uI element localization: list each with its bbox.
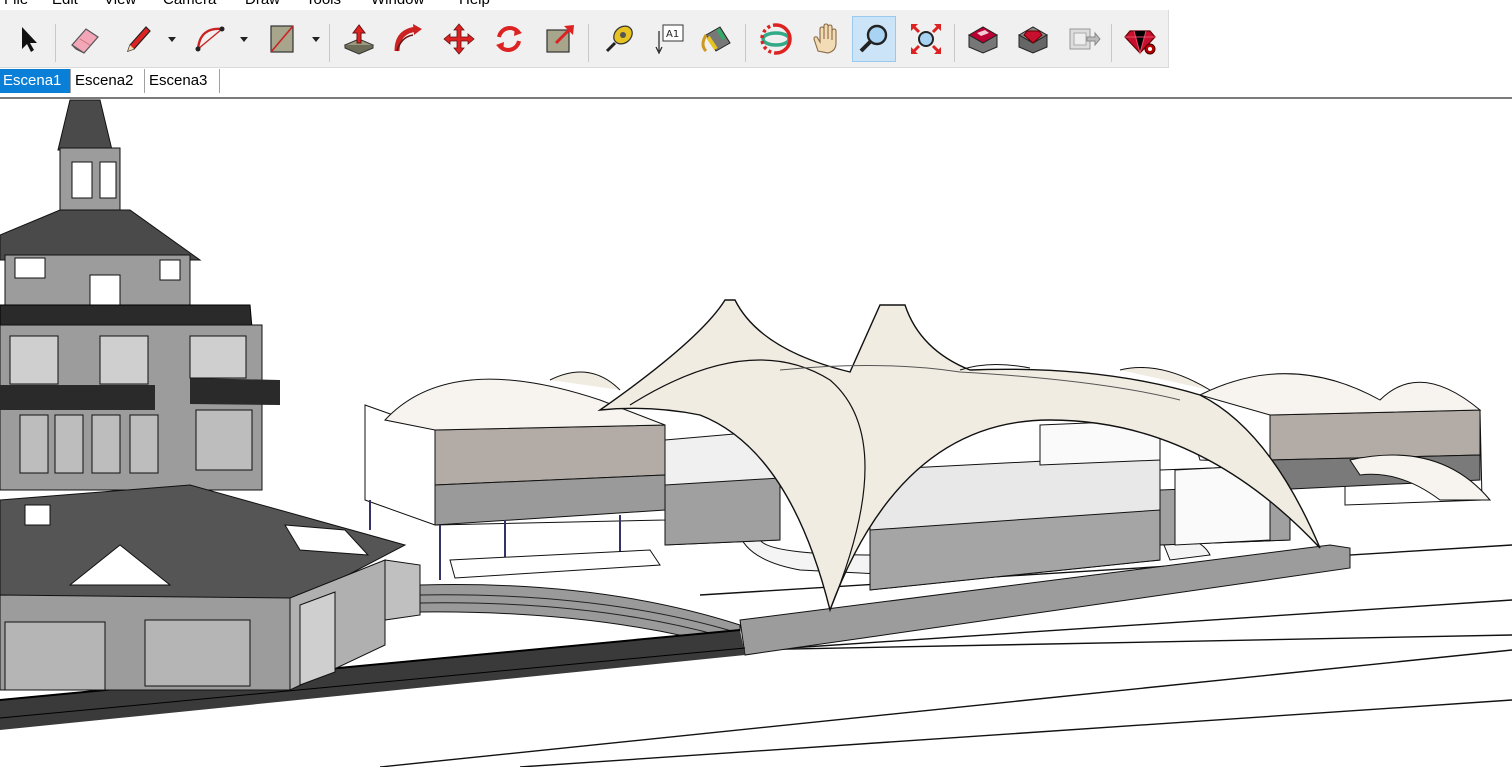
paint-bucket-icon bbox=[701, 26, 731, 53]
tab-escena2[interactable]: Escena2 bbox=[72, 69, 145, 93]
svg-text:A1: A1 bbox=[666, 29, 679, 40]
menu-help[interactable]: Help bbox=[459, 0, 490, 8]
arrow-cursor-icon bbox=[22, 27, 37, 52]
orbit-icon bbox=[760, 23, 792, 55]
menu-file[interactable]: File bbox=[4, 0, 28, 8]
text-tool-button[interactable]: A1 bbox=[647, 16, 691, 62]
menu-tools[interactable]: Tools bbox=[306, 0, 341, 8]
rotate-icon bbox=[496, 26, 522, 52]
tape-measure-tool-button[interactable] bbox=[597, 16, 641, 62]
tower-building bbox=[0, 99, 280, 491]
send-to-layout-button[interactable] bbox=[1061, 16, 1105, 62]
toolbar-separator bbox=[745, 24, 746, 62]
eraser-icon bbox=[71, 28, 99, 54]
toolbar-separator bbox=[588, 24, 589, 62]
hand-icon bbox=[813, 23, 837, 54]
select-tool-button[interactable] bbox=[6, 16, 50, 62]
push-pull-icon bbox=[343, 24, 375, 55]
move-tool-button[interactable] bbox=[437, 16, 481, 62]
tab-escena3[interactable]: Escena3 bbox=[146, 69, 220, 93]
toolbar-separator bbox=[329, 24, 330, 62]
scale-icon bbox=[546, 25, 574, 53]
menu-camera[interactable]: Camera bbox=[163, 0, 216, 8]
toolbar-separator bbox=[1111, 24, 1112, 62]
menu-draw[interactable]: Draw bbox=[245, 0, 280, 8]
rectangle-tool-button[interactable] bbox=[260, 16, 304, 62]
rectangle-dropdown-chevron-down-icon[interactable] bbox=[309, 32, 323, 46]
scale-tool-button[interactable] bbox=[538, 16, 582, 62]
tab-escena1[interactable]: Escena1 bbox=[0, 69, 71, 93]
orbit-tool-button[interactable] bbox=[754, 16, 798, 62]
eraser-tool-button[interactable] bbox=[62, 16, 106, 62]
paint-bucket-tool-button[interactable] bbox=[694, 16, 738, 62]
zoom-icon bbox=[859, 24, 888, 53]
menu-window[interactable]: Window bbox=[371, 0, 424, 8]
layout-icon bbox=[1069, 28, 1101, 50]
line-dropdown-chevron-down-icon[interactable] bbox=[165, 32, 179, 46]
menu-bar: File Edit View Camera Draw Tools Window … bbox=[0, 0, 1512, 9]
lower-hall bbox=[0, 484, 421, 691]
arc-dropdown-chevron-down-icon[interactable] bbox=[237, 32, 251, 46]
tape-measure-icon bbox=[605, 25, 633, 53]
move-icon bbox=[443, 23, 475, 55]
toolbar: A1 bbox=[0, 10, 1169, 68]
pan-tool-button[interactable] bbox=[804, 16, 848, 62]
arc-tool-button[interactable] bbox=[188, 16, 232, 62]
follow-me-tool-button[interactable] bbox=[387, 16, 431, 62]
pencil-icon bbox=[127, 26, 151, 52]
arc-icon bbox=[195, 26, 225, 52]
ruby-icon bbox=[1124, 30, 1156, 55]
rectangle-icon bbox=[270, 25, 294, 53]
toolbar-separator bbox=[954, 24, 955, 62]
zoom-tool-button[interactable] bbox=[852, 16, 896, 62]
menu-edit[interactable]: Edit bbox=[52, 0, 78, 8]
zoom-extents-tool-button[interactable] bbox=[904, 16, 948, 62]
text-icon: A1 bbox=[655, 24, 684, 55]
model-viewport[interactable] bbox=[0, 99, 1512, 767]
warehouse-icon bbox=[967, 26, 999, 54]
push-pull-tool-button[interactable] bbox=[337, 16, 381, 62]
extension-warehouse-icon bbox=[1017, 26, 1049, 54]
scene-tabs: Escena1 Escena2 Escena3 bbox=[0, 69, 1512, 95]
zoom-extents-icon bbox=[910, 23, 942, 55]
follow-me-icon bbox=[394, 24, 422, 52]
toolbar-separator bbox=[55, 24, 56, 62]
rotate-tool-button[interactable] bbox=[487, 16, 531, 62]
menu-view[interactable]: View bbox=[104, 0, 136, 8]
warehouse-button[interactable] bbox=[961, 16, 1005, 62]
extension-warehouse-button[interactable] bbox=[1011, 16, 1055, 62]
line-tool-button[interactable] bbox=[116, 16, 160, 62]
ruby-console-button[interactable] bbox=[1118, 16, 1162, 62]
